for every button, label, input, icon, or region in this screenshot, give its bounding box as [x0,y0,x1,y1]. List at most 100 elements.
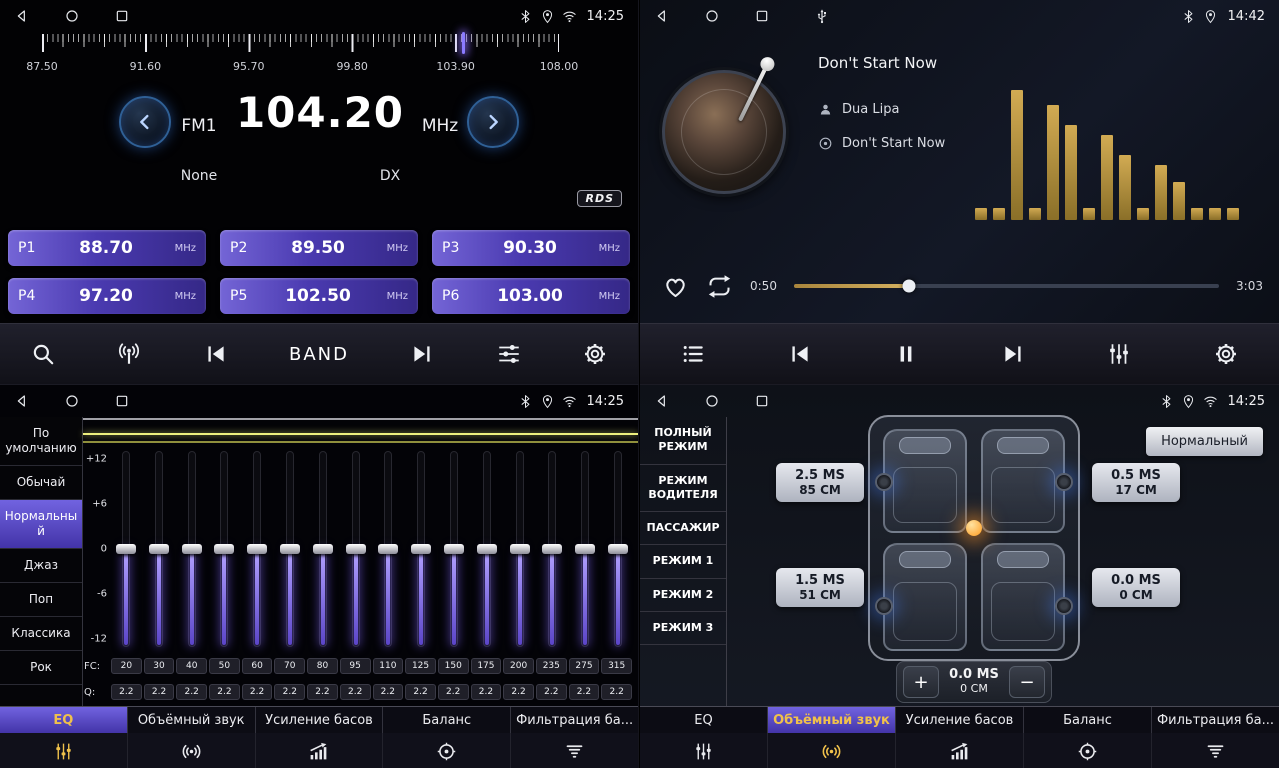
back-icon[interactable] [14,8,30,24]
recents-icon[interactable] [114,393,130,409]
eq-band-slider[interactable] [309,451,337,647]
tab-surround[interactable]: Объёмный звук [128,707,256,733]
eq-band-slider[interactable] [210,451,238,647]
mode-3[interactable]: РЕЖИМ 3 [640,612,726,645]
scan-search-icon[interactable] [30,341,56,367]
delay-increase-button[interactable]: + [903,666,939,698]
progress-bar[interactable] [794,284,1219,288]
pause-icon[interactable] [893,341,919,367]
delay-rear-right[interactable]: 0.0 MS 0 CM [1092,568,1180,607]
mode-full[interactable]: ПОЛНЫЙ РЕЖИМ [640,417,726,465]
tab-filter[interactable]: Фильтрация ба... [1152,707,1279,733]
mode-driver[interactable]: РЕЖИМ ВОДИТЕЛЯ [640,465,726,513]
tab-filter[interactable]: Фильтрация ба... [511,707,638,733]
slider-handle[interactable] [313,544,333,554]
eq-band-slider[interactable] [374,451,402,647]
tune-down-button[interactable] [119,96,171,148]
progress-thumb[interactable] [902,280,915,293]
slider-handle[interactable] [444,544,464,554]
sound-preset-button[interactable]: Нормальный [1146,427,1263,456]
tab-balance[interactable]: Баланс [1024,707,1152,733]
delay-decrease-button[interactable]: − [1009,666,1045,698]
eq-band-slider[interactable] [440,451,468,647]
eq-preset-normal[interactable]: Нормальный [0,500,82,549]
tab-balance[interactable]: Баланс [383,707,511,733]
settings-gear-icon[interactable] [1213,341,1239,367]
slider-handle[interactable] [280,544,300,554]
eq-band-slider[interactable] [571,451,599,647]
slider-handle[interactable] [542,544,562,554]
slider-handle[interactable] [346,544,366,554]
surround-tab-icon[interactable] [768,733,896,768]
delay-rear-left[interactable]: 1.5 MS 51 CM [776,568,864,607]
eq-preset-default[interactable]: По умолчанию [0,417,82,466]
eq-band-slider[interactable] [538,451,566,647]
broadcast-antenna-icon[interactable] [116,341,142,367]
eq-preset-pop[interactable]: Поп [0,583,82,617]
slider-handle[interactable] [247,544,267,554]
eq-tab-icon[interactable] [0,733,128,768]
eq-band-slider[interactable] [112,451,140,647]
home-icon[interactable] [64,8,80,24]
mixer-faders-icon[interactable] [1106,341,1132,367]
balance-tab-icon[interactable] [1024,733,1152,768]
balance-tab-icon[interactable] [383,733,511,768]
slider-handle[interactable] [510,544,530,554]
preset-button-p5[interactable]: P5 102.50 MHz [220,278,418,314]
back-icon[interactable] [654,8,670,24]
repeat-icon[interactable] [706,273,733,300]
slider-handle[interactable] [149,544,169,554]
slider-handle[interactable] [182,544,202,554]
slider-handle[interactable] [608,544,628,554]
eq-band-slider[interactable] [145,451,173,647]
eq-tab-icon[interactable] [640,733,768,768]
bass-boost-tab-icon[interactable] [896,733,1024,768]
eq-preset-classic[interactable]: Классика [0,617,82,651]
preset-button-p6[interactable]: P6 103.00 MHz [432,278,630,314]
tab-surround[interactable]: Объёмный звук [768,707,896,733]
settings-gear-icon[interactable] [582,341,608,367]
tab-eq[interactable]: EQ [640,707,768,733]
mode-passenger[interactable]: ПАССАЖИР [640,512,726,545]
eq-band-slider[interactable] [473,451,501,647]
eq-band-slider[interactable] [276,451,304,647]
back-icon[interactable] [14,393,30,409]
recents-icon[interactable] [754,393,770,409]
tab-bass-boost[interactable]: Усиление басов [896,707,1024,733]
eq-band-slider[interactable] [342,451,370,647]
eq-band-slider[interactable] [407,451,435,647]
next-station-icon[interactable] [409,341,435,367]
slider-handle[interactable] [116,544,136,554]
audio-sliders-icon[interactable] [496,341,522,367]
delay-front-left[interactable]: 2.5 MS 85 CM [776,463,864,502]
recents-icon[interactable] [754,8,770,24]
back-icon[interactable] [654,393,670,409]
filter-tab-icon[interactable] [511,733,638,768]
bass-boost-tab-icon[interactable] [256,733,384,768]
tune-up-button[interactable] [467,96,519,148]
delay-front-right[interactable]: 0.5 MS 17 CM [1092,463,1180,502]
eq-band-slider[interactable] [506,451,534,647]
eq-band-slider[interactable] [178,451,206,647]
eq-preset-jazz[interactable]: Джаз [0,549,82,583]
preset-button-p2[interactable]: P2 89.50 MHz [220,230,418,266]
preset-button-p1[interactable]: P1 88.70 MHz [8,230,206,266]
recents-icon[interactable] [114,8,130,24]
preset-button-p3[interactable]: P3 90.30 MHz [432,230,630,266]
eq-preset-rock[interactable]: Рок [0,651,82,685]
next-track-icon[interactable] [1000,341,1026,367]
slider-handle[interactable] [575,544,595,554]
previous-track-icon[interactable] [787,341,813,367]
listening-position-dot[interactable] [966,520,982,536]
mode-1[interactable]: РЕЖИМ 1 [640,545,726,578]
mode-2[interactable]: РЕЖИМ 2 [640,579,726,612]
favorite-heart-icon[interactable] [662,273,689,300]
tab-eq[interactable]: EQ [0,707,128,733]
eq-band-slider[interactable] [243,451,271,647]
filter-tab-icon[interactable] [1152,733,1279,768]
home-icon[interactable] [704,393,720,409]
eq-band-slider[interactable] [604,451,632,647]
surround-tab-icon[interactable] [128,733,256,768]
tab-bass-boost[interactable]: Усиление басов [256,707,384,733]
home-icon[interactable] [704,8,720,24]
